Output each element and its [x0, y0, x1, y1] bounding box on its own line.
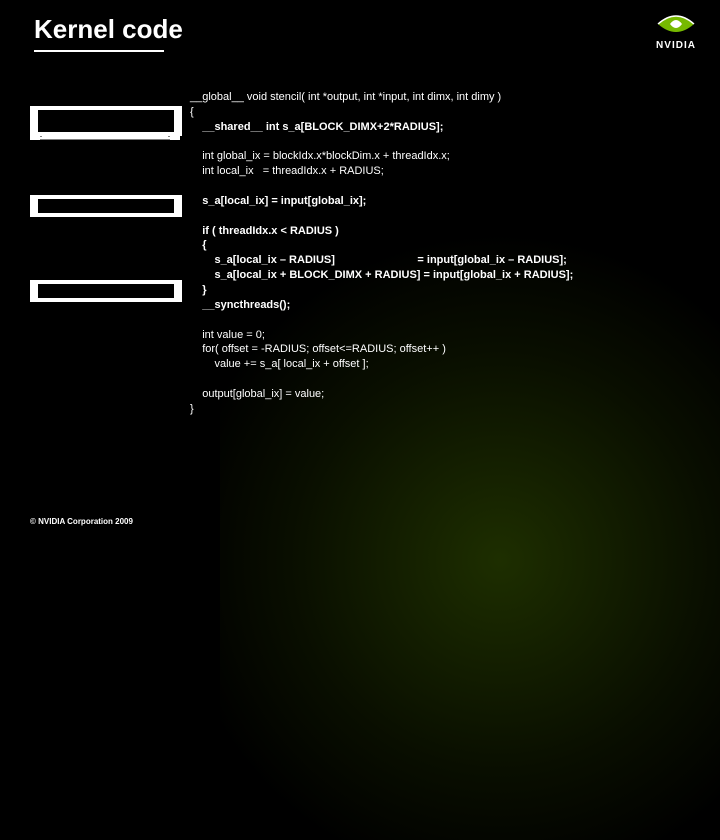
- brace-bracket-icon: [30, 195, 180, 217]
- copyright-text: © NVIDIA Corporation 2009: [30, 517, 133, 526]
- code-line: for( offset = -RADIUS; offset<=RADIUS; o…: [190, 343, 446, 355]
- code-line: }: [190, 403, 194, 415]
- code-line: value += s_a[ local_ix + offset ];: [190, 358, 369, 370]
- code-line: int local_ix = threadIdx.x + RADIUS;: [190, 165, 384, 177]
- code-line: s_a[local_ix – RADIUS] = input[global_ix…: [190, 254, 567, 266]
- logo-text: NVIDIA: [652, 40, 700, 51]
- code-line: {: [190, 239, 207, 251]
- code-line: {: [190, 106, 194, 118]
- title-underline: [34, 50, 164, 52]
- code-block: __global__ void stencil( int *output, in…: [190, 90, 573, 417]
- nvidia-logo: NVIDIA: [652, 10, 700, 51]
- slide-title: Kernel code: [34, 14, 183, 45]
- code-line: if ( threadIdx.x < RADIUS ): [190, 225, 339, 237]
- nvidia-eye-icon: [652, 10, 700, 38]
- code-line: output[global_ix] = value;: [190, 388, 324, 400]
- brace-bracket-icon: [30, 106, 180, 136]
- code-line: __global__ void stencil( int *output, in…: [190, 91, 501, 103]
- code-line: s_a[local_ix] = input[global_ix];: [190, 195, 366, 207]
- code-line: s_a[local_ix + BLOCK_DIMX + RADIUS] = in…: [190, 269, 573, 281]
- brace-bracket-icon: [30, 280, 180, 302]
- code-line: __shared__ int s_a[BLOCK_DIMX+2*RADIUS];: [190, 121, 443, 133]
- code-line: int global_ix = blockIdx.x*blockDim.x + …: [190, 150, 450, 162]
- code-line: int value = 0;: [190, 329, 265, 341]
- code-line: __syncthreads();: [190, 299, 290, 311]
- code-line: }: [190, 284, 207, 296]
